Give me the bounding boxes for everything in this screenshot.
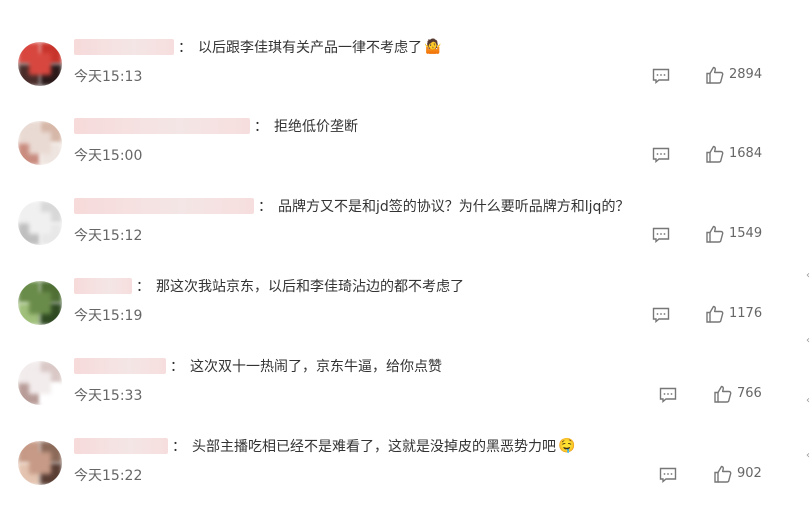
thumbs-up-icon[interactable] bbox=[705, 144, 725, 164]
reply-icon[interactable] bbox=[652, 68, 670, 84]
comment-text: 那这次我站京东，以后和李佳琦沾边的都不考虑了 bbox=[156, 278, 464, 295]
comment-item: ： 那这次我站京东，以后和李佳琦沾边的都不考虑了 今天15:19 1176 bbox=[0, 275, 812, 355]
avatar[interactable] bbox=[18, 42, 62, 86]
edge-chevron-icon[interactable]: ‹ bbox=[806, 335, 812, 346]
edge-chevron-icon[interactable]: ‹ bbox=[806, 450, 812, 461]
emoji-icon: 🤷 bbox=[424, 38, 442, 55]
username-separator: ： bbox=[172, 438, 186, 455]
like-count: 1176 bbox=[729, 306, 763, 321]
username-separator: ： bbox=[136, 278, 150, 295]
comment-item: ： 以后跟李佳琪有关产品一律不考虑了 🤷 今天15:13 2894 bbox=[0, 36, 812, 116]
reply-icon[interactable] bbox=[659, 467, 677, 483]
avatar[interactable] bbox=[18, 281, 62, 325]
reply-icon[interactable] bbox=[652, 147, 670, 163]
username-blurred[interactable] bbox=[74, 197, 254, 214]
reply-icon[interactable] bbox=[652, 307, 670, 323]
username-blurred[interactable] bbox=[74, 277, 132, 294]
emoji-icon: 🤤 bbox=[558, 437, 576, 454]
thumbs-up-icon[interactable] bbox=[713, 464, 733, 484]
username-blurred[interactable] bbox=[74, 357, 166, 374]
username-blurred[interactable] bbox=[74, 437, 168, 454]
comment-text: 拒绝低价垄断 bbox=[274, 118, 358, 135]
avatar[interactable] bbox=[18, 201, 62, 245]
thumbs-up-icon[interactable] bbox=[705, 224, 725, 244]
comment-text: 头部主播吃相已经不是难看了，这就是没掉皮的黑恶势力吧 bbox=[192, 438, 556, 455]
comment-text: 品牌方又不是和jd签的协议？为什么要听品牌方和ljq的？ bbox=[278, 198, 630, 215]
thumbs-up-icon[interactable] bbox=[705, 304, 725, 324]
avatar[interactable] bbox=[18, 361, 62, 405]
like-count: 766 bbox=[737, 386, 762, 401]
comment-item: ： 拒绝低价垄断今天15:00 1684 bbox=[0, 115, 812, 195]
reply-icon[interactable] bbox=[652, 227, 670, 243]
username-separator: ： bbox=[170, 358, 184, 375]
comment-text: 以后跟李佳琪有关产品一律不考虑了 bbox=[198, 39, 422, 56]
avatar[interactable] bbox=[18, 441, 62, 485]
comment-time: 今天15:13 bbox=[74, 69, 143, 85]
username-separator: ： bbox=[254, 118, 268, 135]
avatar[interactable] bbox=[18, 121, 62, 165]
like-count: 1684 bbox=[729, 146, 763, 161]
like-count: 1549 bbox=[729, 226, 763, 241]
comment-item: ： 这次双十一热闹了，京东牛逼，给你点赞今天15:33 766 bbox=[0, 355, 812, 435]
comment-time: 今天15:22 bbox=[74, 468, 143, 484]
comment-text: 这次双十一热闹了，京东牛逼，给你点赞 bbox=[190, 358, 442, 375]
thumbs-up-icon[interactable] bbox=[713, 384, 733, 404]
username-blurred[interactable] bbox=[74, 117, 250, 134]
username-separator: ： bbox=[178, 39, 192, 56]
comment-item: ： 品牌方又不是和jd签的协议？为什么要听品牌方和ljq的？ 今天15:12 1549 bbox=[0, 195, 812, 275]
like-count: 2894 bbox=[729, 67, 763, 82]
username-blurred[interactable] bbox=[74, 38, 174, 55]
username-separator: ： bbox=[258, 198, 272, 215]
edge-chevron-icon[interactable]: ‹ bbox=[806, 395, 812, 406]
edge-chevron-icon[interactable]: ‹ bbox=[806, 270, 812, 281]
thumbs-up-icon[interactable] bbox=[705, 65, 725, 85]
like-count: 902 bbox=[737, 466, 762, 481]
comment-time: 今天15:33 bbox=[74, 388, 143, 404]
comment-time: 今天15:00 bbox=[74, 148, 143, 164]
reply-icon[interactable] bbox=[659, 387, 677, 403]
comment-item: ： 头部主播吃相已经不是难看了，这就是没掉皮的黑恶势力吧 🤤 今天15:22 902 bbox=[0, 435, 812, 515]
comment-time: 今天15:19 bbox=[74, 308, 143, 324]
comment-time: 今天15:12 bbox=[74, 228, 143, 244]
